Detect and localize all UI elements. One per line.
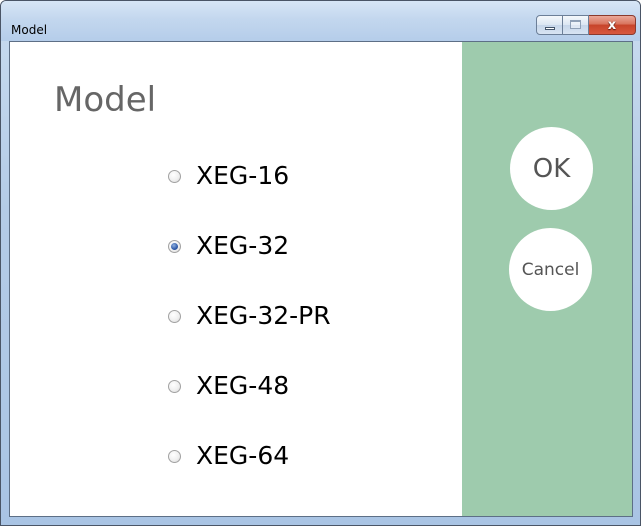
window-title: Model [11,23,48,37]
radio-label: XEG-64 [196,441,290,470]
close-icon: x [607,17,617,33]
maximize-icon [570,20,581,29]
dialog-content: Model XEG-16 XEG-32 XEG-32-PR XEG-48 XEG… [9,41,633,517]
radio-label: XEG-32 [196,231,290,260]
model-selection-pane: Model XEG-16 XEG-32 XEG-32-PR XEG-48 XEG… [10,42,462,516]
radio-label: XEG-16 [196,161,290,190]
minimize-icon [545,27,555,30]
radio-button[interactable] [168,449,181,463]
radio-option-xeg-32[interactable]: XEG-32 [168,229,289,263]
radio-option-xeg-64[interactable]: XEG-64 [168,439,289,473]
radio-button[interactable] [168,309,181,323]
action-panel: OK Cancel [462,42,632,516]
cancel-button[interactable]: Cancel [509,228,592,311]
radio-button[interactable] [168,379,181,393]
radio-button-selected[interactable] [168,239,181,253]
close-button[interactable]: x [589,15,636,35]
radio-label: XEG-48 [196,371,290,400]
radio-button[interactable] [168,169,181,183]
radio-option-xeg-16[interactable]: XEG-16 [168,159,289,193]
title-bar[interactable]: Model x [1,1,640,41]
maximize-button[interactable] [563,15,589,35]
page-title: Model [54,80,157,120]
ok-button[interactable]: OK [510,127,593,210]
radio-option-xeg-48[interactable]: XEG-48 [168,369,289,403]
radio-label: XEG-32-PR [196,301,331,330]
minimize-button[interactable] [536,15,563,35]
radio-option-xeg-32-pr[interactable]: XEG-32-PR [168,299,331,333]
caption-buttons: x [536,15,636,37]
dialog-window: Model x Model XEG-16 XEG-32 XEG-32-PR XE… [0,0,641,526]
